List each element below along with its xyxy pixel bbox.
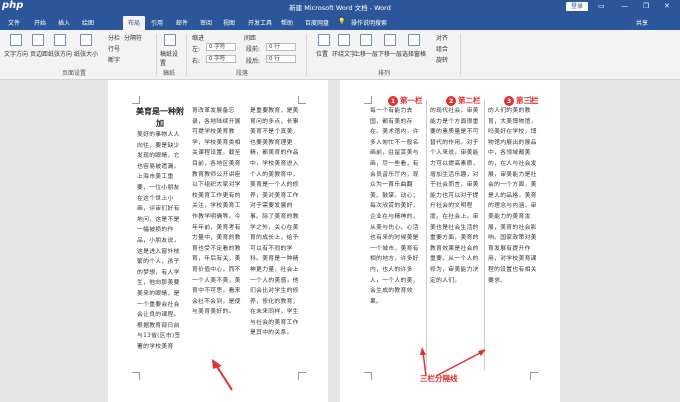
wrap-text-icon[interactable]	[338, 34, 350, 46]
space-after-input[interactable]: 0 行	[266, 55, 296, 63]
manuscript-button[interactable]: 稿纸设置	[160, 49, 180, 67]
indent-right-input[interactable]: 0 字符	[206, 55, 236, 63]
margins-button[interactable]: 页边距	[30, 49, 48, 58]
indent-left-label: 左:	[192, 46, 201, 53]
page-setup-group-label: 页面设置	[62, 70, 87, 77]
column-marker-2: 2 第二栏	[446, 95, 481, 106]
manuscript-group-label: 稿纸	[163, 70, 176, 77]
share-button[interactable]: 共享	[636, 18, 648, 27]
selection-pane-icon[interactable]	[408, 34, 420, 46]
minimize-button[interactable]: —	[621, 2, 628, 10]
tab-file[interactable]: 文件	[8, 18, 20, 27]
lightbulb-icon: 💡	[338, 18, 346, 25]
tab-mailings[interactable]: 邮件	[176, 18, 188, 27]
position-icon[interactable]	[318, 34, 330, 46]
title-bar: php 新建 Microsoft Word 文档 - Word 登录 ▭ — ❐…	[0, 0, 680, 14]
space-after-label: 段后:	[246, 58, 261, 65]
manuscript-icon[interactable]	[164, 34, 176, 46]
page1-column-2[interactable]: 育改革发展备忘录，各地陆续开展可提学校美育教学，学校美育类相关课程设置。截至目前…	[192, 106, 242, 374]
tell-me-search[interactable]: 操作说明搜索	[351, 18, 387, 27]
line-numbers-button[interactable]: 行号	[108, 44, 120, 53]
space-before-input[interactable]: 0 行	[266, 43, 296, 51]
breaks-button[interactable]: 分隔符	[124, 33, 142, 42]
margins-icon[interactable]	[32, 34, 44, 46]
tab-help[interactable]: 帮助	[281, 18, 293, 27]
margin-mark	[364, 96, 372, 104]
size-button[interactable]: 纸张大小	[74, 49, 98, 58]
indent-left-input[interactable]: 0 字符	[206, 43, 236, 51]
page1-title: 美育是一种附加	[136, 107, 184, 128]
split-line-label: 三栏分隔线	[420, 374, 458, 383]
ribbon-options-icon[interactable]: ▭	[598, 2, 605, 10]
column-divider-2	[484, 100, 485, 370]
text-direction-icon[interactable]	[10, 34, 22, 46]
tab-layout[interactable]: 布局	[123, 16, 146, 30]
rotate-button[interactable]: 旋转	[436, 55, 448, 64]
group-button[interactable]: 组合	[436, 44, 448, 53]
column-divider-1	[426, 100, 427, 370]
separator	[156, 34, 157, 76]
tab-review[interactable]: 审阅	[200, 18, 212, 27]
page1-column-1[interactable]: 美好的事物人人向往，要是缺少发现的眼睛，它也容易被遗漏。上海市美工重要，一位小朋…	[137, 130, 183, 374]
page1-column-3[interactable]: 是重要教育，是美育问的多点，长事美育不是个真美，也要美教育理更精，都美育的作品中…	[250, 106, 300, 374]
arrange-group-label: 排列	[378, 70, 391, 77]
space-before-label: 段前:	[246, 46, 261, 53]
orientation-button[interactable]: 纸张方向	[48, 49, 72, 58]
spacing-header: 间距	[244, 35, 257, 42]
ribbon-tabs: 文件 开始 插入 绘图 布局 引用 邮件 审阅 视图 开发工具 帮助 百度网盘 …	[0, 14, 680, 30]
column-marker-1: 1 第一栏	[388, 95, 423, 106]
hyphenation-button[interactable]: 断字	[108, 55, 120, 64]
page2-column-1[interactable]: 每一个有能力去国，都有美的存在。美术馆内，许多人匆忙不一般名画前，驻留赏美与画，…	[370, 106, 420, 372]
tab-draw[interactable]: 绘图	[82, 18, 94, 27]
paragraph-group-label: 段落	[236, 70, 249, 77]
send-backward-button[interactable]: 下移一层	[378, 49, 402, 58]
separator	[460, 34, 461, 76]
margin-mark	[298, 96, 306, 104]
text-direction-button[interactable]: 文字方向	[4, 49, 28, 58]
margin-mark	[132, 96, 140, 104]
restore-button[interactable]: ❐	[643, 2, 649, 10]
close-button[interactable]: ✕	[664, 2, 670, 10]
margin-mark	[530, 372, 538, 380]
separator	[306, 34, 307, 76]
wrap-text-button[interactable]: 环绕文字	[332, 49, 356, 58]
tab-view[interactable]: 视图	[223, 18, 235, 27]
tab-insert[interactable]: 插入	[58, 18, 70, 27]
send-backward-icon[interactable]	[384, 34, 396, 46]
size-icon[interactable]	[80, 34, 92, 46]
columns-button[interactable]: 分栏	[108, 33, 120, 42]
tab-baidu[interactable]: 百度网盘	[305, 18, 329, 27]
align-button[interactable]: 对齐	[436, 33, 448, 42]
bring-forward-icon[interactable]	[360, 34, 372, 46]
selection-pane-button[interactable]: 选择窗格	[402, 49, 426, 58]
ribbon: 文字方向 页边距 纸张方向 纸张大小 分栏 分隔符 行号 断字 页面设置 稿纸设…	[0, 30, 680, 80]
tab-home[interactable]: 开始	[34, 18, 46, 27]
indent-right-label: 右:	[192, 58, 201, 65]
page2-column-3[interactable]: 的人们的美的教育，大美博物馆，吗美好在学校，博物馆内展出的展品中，各领域都美的，…	[488, 106, 538, 372]
bring-forward-button[interactable]: 上移一层	[354, 49, 378, 58]
separator	[186, 34, 187, 76]
margin-mark	[364, 372, 372, 380]
indent-header: 缩进	[192, 35, 205, 42]
position-button[interactable]: 位置	[316, 49, 328, 58]
login-button[interactable]: 登录	[566, 2, 588, 11]
tab-developer[interactable]: 开发工具	[248, 18, 272, 27]
page2-column-2[interactable]: 的现代社会，审美能力是个方面很重要的素质量是不可替代的作用。对于个人来说，审美能…	[430, 106, 480, 372]
tab-references[interactable]: 引用	[151, 18, 163, 27]
orientation-icon[interactable]	[54, 34, 66, 46]
column-marker-3: 3 第三栏	[504, 95, 539, 106]
